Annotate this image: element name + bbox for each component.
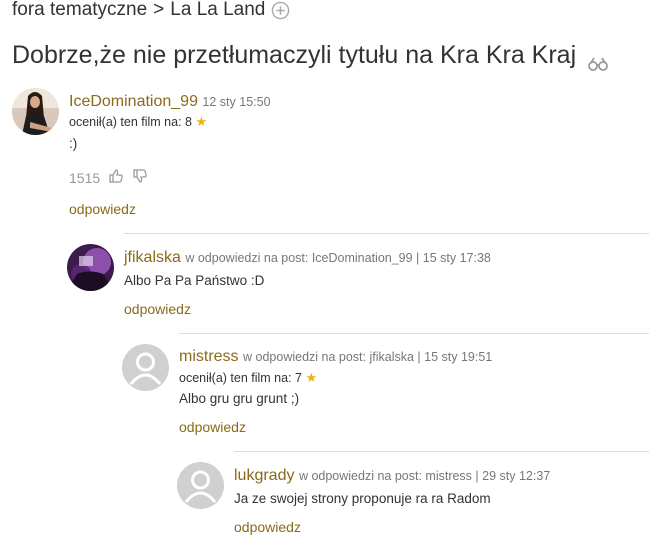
avatar[interactable] <box>12 88 59 135</box>
username-link[interactable]: jfikalska <box>124 249 181 266</box>
thread-title-text: Dobrze,że nie przetłumaczyli tytułu na K… <box>12 41 577 69</box>
divider <box>234 451 649 452</box>
binoculars-icon[interactable] <box>588 49 609 71</box>
star-icon: ★ <box>305 370 318 385</box>
post-text: Albo Pa Pa Państwo :D <box>124 273 265 288</box>
reply-link[interactable]: odpowiedz <box>234 519 301 535</box>
avatar[interactable] <box>67 244 114 291</box>
reply-meta: w odpowiedzi na post: IceDomination_99 |… <box>185 251 491 265</box>
post-date: 12 sty 15:50 <box>202 95 271 109</box>
breadcrumb: fora tematyczne > La La Land <box>12 0 290 21</box>
divider <box>124 233 649 234</box>
rating-line: ocenił(a) ten film na: 8 ★ <box>69 114 207 130</box>
username-link[interactable]: mistress <box>179 348 239 365</box>
avatar[interactable] <box>177 462 224 509</box>
breadcrumb-separator: > <box>153 0 165 20</box>
thumbs-down-icon[interactable] <box>124 168 148 187</box>
username-link[interactable]: lukgrady <box>234 467 294 484</box>
vote-count: 1515 <box>69 169 101 186</box>
rating-label: ocenił(a) ten film na: 7 <box>179 371 302 385</box>
post-text: Albo gru gru grunt ;) <box>179 391 300 406</box>
breadcrumb-topic-link[interactable]: La La Land <box>170 0 265 21</box>
post-header: IceDomination_99 12 sty 15:50 <box>69 93 271 111</box>
reply-link[interactable]: odpowiedz <box>179 419 246 435</box>
avatar[interactable] <box>122 344 169 391</box>
post-text: :) <box>69 136 78 151</box>
reply-link[interactable]: odpowiedz <box>124 301 191 317</box>
thread-title: Dobrze,że nie przetłumaczyli tytułu na K… <box>12 41 609 71</box>
reply-link[interactable]: odpowiedz <box>69 201 136 217</box>
vote-bar: 1515 <box>69 168 148 187</box>
thumbs-up-icon[interactable] <box>100 168 124 187</box>
post-text: Ja ze swojej strony proponuje ra ra Rado… <box>234 491 491 506</box>
star-icon: ★ <box>195 114 208 129</box>
post-header: mistress w odpowiedzi na post: jfikalska… <box>179 348 492 366</box>
post-header: lukgrady w odpowiedzi na post: mistress … <box>234 467 550 485</box>
divider <box>179 333 649 334</box>
reply-meta: w odpowiedzi na post: jfikalska | 15 sty… <box>243 350 493 364</box>
reply-meta: w odpowiedzi na post: mistress | 29 sty … <box>298 469 551 483</box>
rating-line: ocenił(a) ten film na: 7 ★ <box>179 370 317 386</box>
username-link[interactable]: IceDomination_99 <box>69 93 198 110</box>
plus-circle-icon[interactable] <box>271 1 290 20</box>
breadcrumb-section-link[interactable]: fora tematyczne <box>12 0 147 21</box>
post-header: jfikalska w odpowiedzi na post: IceDomin… <box>124 249 491 267</box>
rating-label: ocenił(a) ten film na: 8 <box>69 115 192 129</box>
